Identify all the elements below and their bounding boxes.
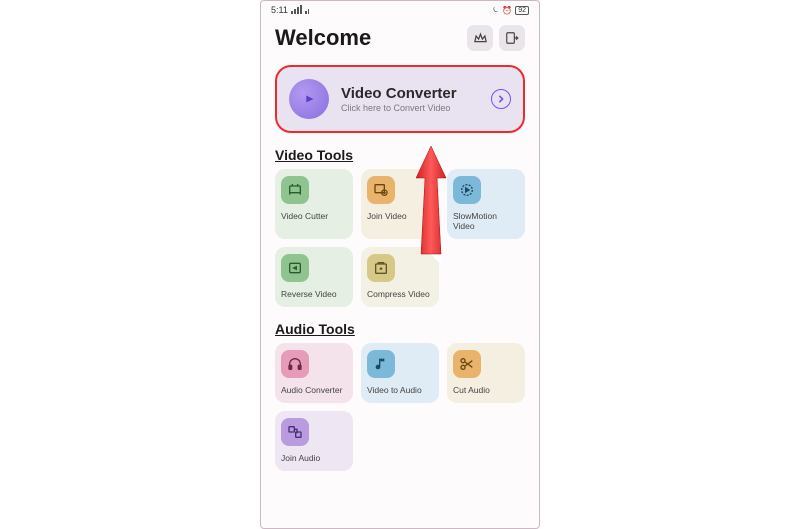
app-screen: 5:11 ⏾ ⏰ 92 Welcome Video Converter Clic… bbox=[260, 0, 540, 529]
exit-button[interactable] bbox=[499, 25, 525, 51]
video-tools-heading: Video Tools bbox=[261, 143, 539, 169]
scissors-icon bbox=[453, 350, 481, 378]
status-time: 5:11 bbox=[271, 5, 288, 15]
tool-join-video[interactable]: Join Video bbox=[361, 169, 439, 239]
tool-label: Join Audio bbox=[281, 454, 347, 464]
main-card-title: Video Converter bbox=[341, 85, 491, 102]
main-card-subtitle: Click here to Convert Video bbox=[341, 103, 491, 113]
battery-icon: 92 bbox=[515, 6, 529, 15]
video-tools-grid: Video Cutter Join Video SlowMotion Video… bbox=[261, 169, 539, 307]
tool-cut-audio[interactable]: Cut Audio bbox=[447, 343, 525, 403]
audio-tools-heading: Audio Tools bbox=[261, 317, 539, 343]
tool-label: Join Video bbox=[367, 212, 433, 222]
alarm-icon: ⏰ bbox=[502, 6, 512, 15]
music-note-icon bbox=[367, 350, 395, 378]
tool-audio-converter[interactable]: Audio Converter bbox=[275, 343, 353, 403]
signal-icon bbox=[291, 5, 309, 16]
status-bar: 5:11 ⏾ ⏰ 92 bbox=[261, 1, 539, 19]
audio-tools-grid: Audio Converter Video to Audio Cut Audio… bbox=[261, 343, 539, 471]
tool-join-audio[interactable]: Join Audio bbox=[275, 411, 353, 471]
join-icon bbox=[367, 176, 395, 204]
slowmotion-icon bbox=[453, 176, 481, 204]
tool-label: Reverse Video bbox=[281, 290, 347, 300]
tool-label: Video to Audio bbox=[367, 386, 433, 396]
crown-button[interactable] bbox=[467, 25, 493, 51]
headphones-icon bbox=[281, 350, 309, 378]
tool-reverse-video[interactable]: Reverse Video bbox=[275, 247, 353, 307]
tool-label: SlowMotion Video bbox=[453, 212, 519, 232]
page-title: Welcome bbox=[275, 25, 371, 51]
tool-slowmotion[interactable]: SlowMotion Video bbox=[447, 169, 525, 239]
tool-label: Cut Audio bbox=[453, 386, 519, 396]
header: Welcome bbox=[261, 19, 539, 61]
tool-label: Video Cutter bbox=[281, 212, 347, 222]
hot-badge: 🔥 bbox=[421, 245, 441, 265]
video-converter-icon bbox=[289, 79, 329, 119]
video-converter-card[interactable]: Video Converter Click here to Convert Vi… bbox=[275, 65, 525, 133]
tool-label: Audio Converter bbox=[281, 386, 347, 396]
reverse-icon bbox=[281, 254, 309, 282]
compress-icon bbox=[367, 254, 395, 282]
tool-compress-video[interactable]: 🔥 Compress Video bbox=[361, 247, 439, 307]
tool-video-cutter[interactable]: Video Cutter bbox=[275, 169, 353, 239]
chevron-right-icon bbox=[491, 89, 511, 109]
tool-label: Compress Video bbox=[367, 290, 433, 300]
cutter-icon bbox=[281, 176, 309, 204]
moon-icon: ⏾ bbox=[493, 5, 499, 15]
join-audio-icon bbox=[281, 418, 309, 446]
tool-video-to-audio[interactable]: Video to Audio bbox=[361, 343, 439, 403]
